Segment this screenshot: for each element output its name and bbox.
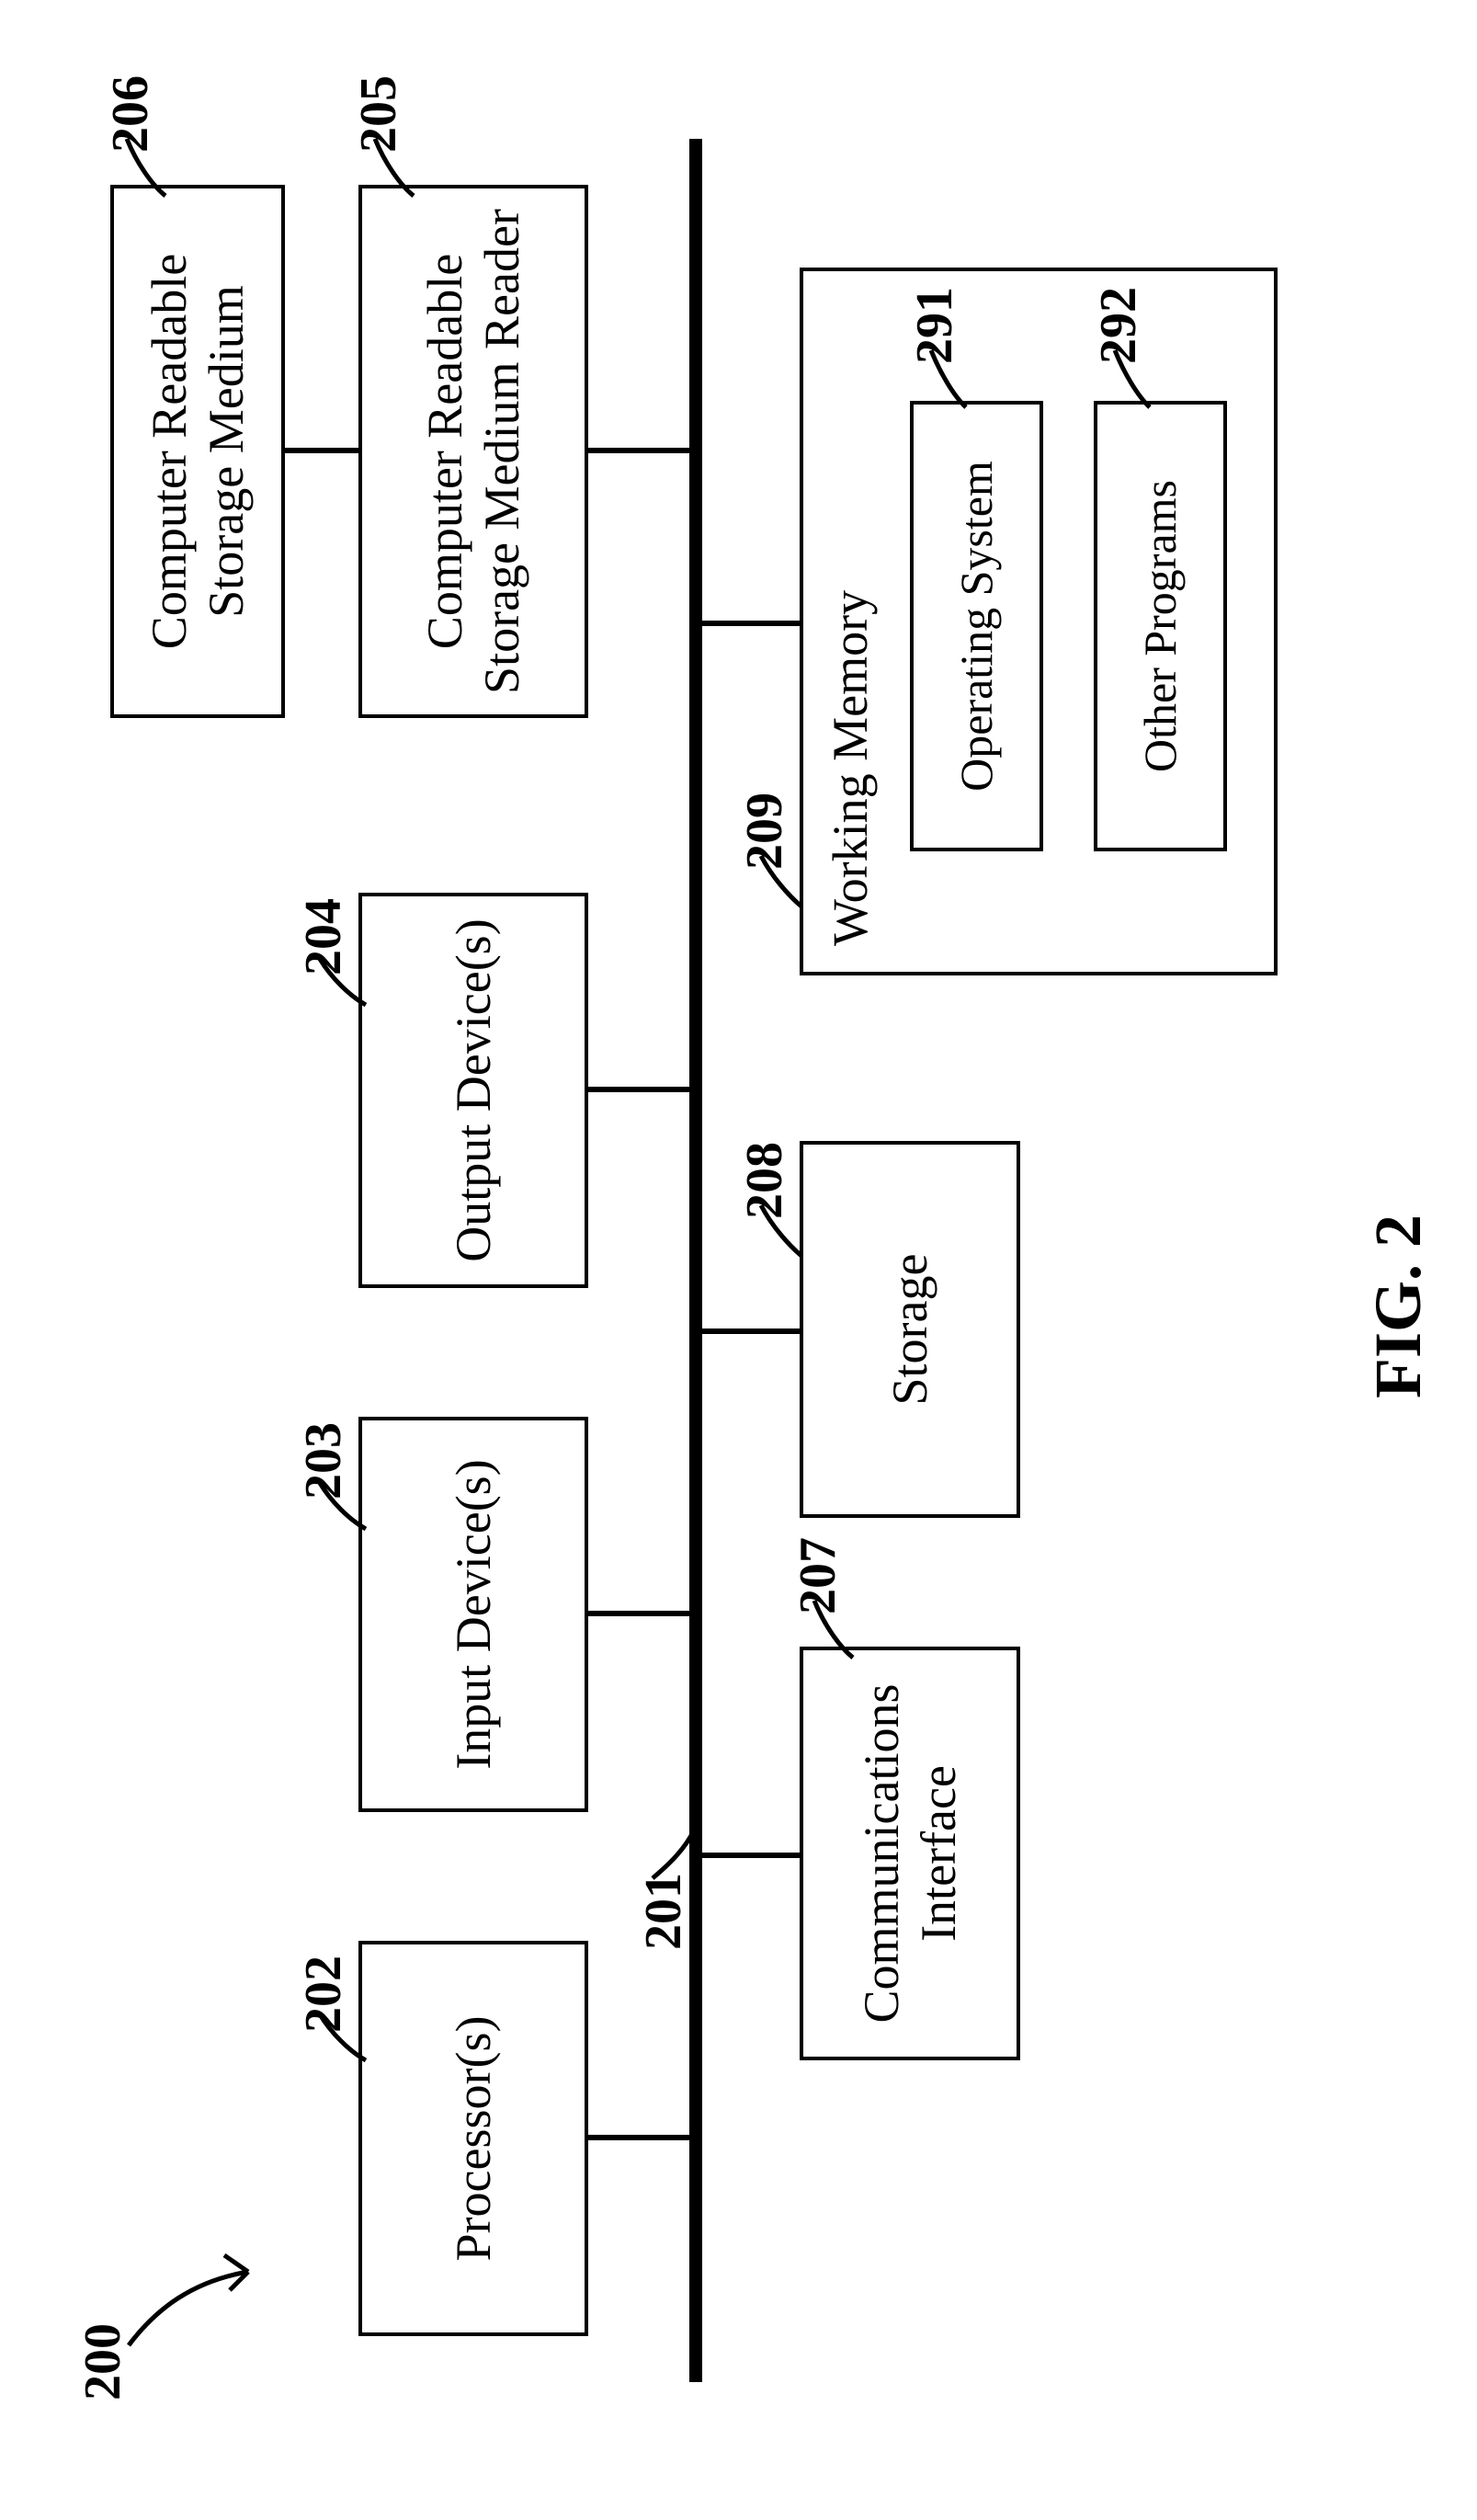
label-reader: Computer Readable Storage Medium Reader (416, 196, 530, 707)
lead-input (312, 1465, 377, 1538)
lead-output (312, 941, 377, 1014)
connector-medium-reader (285, 448, 358, 453)
label-processor: Processor(s) (445, 2016, 502, 2262)
box-reader: Computer Readable Storage Medium Reader (358, 185, 588, 718)
label-output: Output Device(s) (445, 918, 502, 1261)
lead-memory (754, 842, 809, 916)
label-programs: Other Programs (1134, 480, 1187, 772)
box-input: Input Device(s) (358, 1417, 588, 1812)
box-comm: Communications Interface (800, 1647, 1020, 2060)
lead-comm (807, 1591, 862, 1665)
box-storage: Storage (800, 1141, 1020, 1518)
connector-reader-bus (588, 448, 694, 453)
connector-processor-bus (588, 2135, 694, 2140)
box-os: Operating System (910, 401, 1043, 851)
label-memory: Working Memory (822, 590, 879, 946)
page: 200 Processor(s) 202 Input Device(s) 203… (0, 0, 1477, 2520)
arrow-icon (119, 2217, 267, 2364)
label-input: Input Device(s) (445, 1459, 502, 1769)
label-storage: Storage (881, 1254, 938, 1406)
connector-output-bus (588, 1087, 694, 1092)
figure-caption: FIG. 2 (1360, 1214, 1437, 1398)
box-medium: Computer Readable Storage Medium (110, 185, 285, 718)
connector-bus-memory (702, 621, 803, 626)
lead-medium (119, 130, 175, 203)
box-programs: Other Programs (1094, 401, 1227, 851)
lead-os (924, 341, 974, 415)
lead-reader (368, 130, 423, 203)
label-comm: Communications Interface (853, 1658, 967, 2049)
lead-bus (643, 1821, 708, 1886)
connector-input-bus (588, 1611, 694, 1616)
lead-programs (1108, 341, 1158, 415)
diagram-canvas: 200 Processor(s) 202 Input Device(s) 203… (0, 0, 1477, 2520)
lead-storage (754, 1192, 809, 1265)
label-medium: Computer Readable Storage Medium (141, 196, 255, 707)
bus-line (689, 139, 702, 2382)
lead-processor (312, 1996, 377, 2070)
connector-bus-comm (702, 1853, 803, 1858)
label-os: Operating System (950, 461, 1004, 792)
box-processor: Processor(s) (358, 1941, 588, 2336)
connector-bus-storage (702, 1328, 803, 1334)
box-output: Output Device(s) (358, 893, 588, 1288)
